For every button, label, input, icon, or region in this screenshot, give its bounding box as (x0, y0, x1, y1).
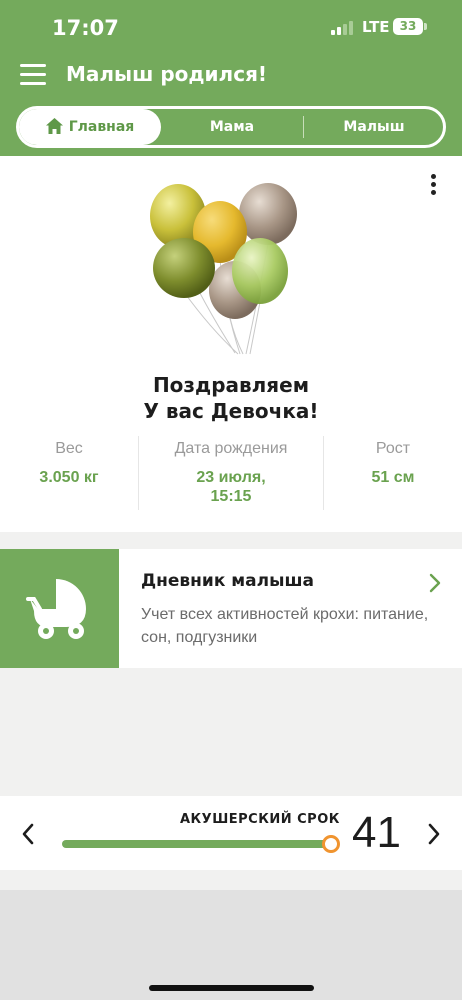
app-header: 17:07 LTE 33 Малыш родился! Главная Мама… (0, 0, 462, 156)
battery-icon: 33 (393, 18, 423, 35)
diary-icon-box (0, 549, 119, 668)
balloons-image (150, 183, 297, 355)
congrats-heading: Поздравляем У вас Девочка! (0, 372, 462, 424)
tab-bar: Главная Мама Малыш (16, 106, 446, 148)
status-time: 17:07 (52, 16, 119, 40)
network-type: LTE (362, 18, 390, 36)
term-weeks-value: 41 (352, 808, 401, 857)
term-progress-bar (62, 840, 332, 848)
height-label: Рост (375, 440, 411, 457)
term-slider-handle[interactable] (322, 835, 340, 853)
menu-button[interactable] (20, 64, 46, 86)
status-bar: 17:07 LTE 33 (0, 0, 462, 52)
baby-diary-card[interactable]: Дневник малыша Учет всех активностей кро… (0, 549, 462, 668)
congrats-line-1: Поздравляем (152, 373, 310, 397)
chevron-left-icon[interactable] (20, 822, 36, 846)
stat-height: Рост 51 см (344, 440, 442, 487)
congrats-line-2: У вас Девочка! (143, 399, 319, 423)
birth-date: 23 июля, (196, 469, 266, 486)
diary-title: Дневник малыша (141, 571, 315, 591)
term-label: АКУШЕРСКИЙ СРОК (180, 812, 340, 827)
tab-baby-label: Малыш (343, 119, 405, 135)
birth-label: Дата рождения (174, 440, 288, 457)
baby-stroller-icon (26, 579, 86, 639)
birth-time: 15:15 (210, 488, 252, 505)
tab-mama-label: Мама (209, 119, 255, 135)
tab-home-label: Главная (68, 119, 135, 135)
home-indicator[interactable] (149, 985, 314, 991)
tab-home[interactable]: Главная (19, 109, 161, 145)
stat-weight: Вес 3.050 кг (20, 440, 118, 487)
chevron-right-icon[interactable] (428, 573, 442, 593)
bottom-area (0, 890, 462, 1000)
stat-divider (138, 436, 139, 510)
page-title: Малыш родился! (66, 62, 268, 86)
weight-label: Вес (55, 440, 83, 457)
diary-description: Учет всех активностей крохи: питание, со… (141, 606, 429, 646)
tab-baby[interactable]: Малыш (304, 109, 444, 145)
more-options-icon[interactable] (424, 172, 442, 198)
stat-birth: Дата рождения 23 июля, 15:15 (140, 440, 322, 506)
battery-tip (424, 23, 427, 30)
stat-divider (323, 436, 324, 510)
signal-icon (331, 21, 357, 35)
chevron-right-icon[interactable] (426, 822, 442, 846)
home-icon (45, 118, 63, 134)
height-value: 51 см (371, 469, 415, 486)
weight-value: 3.050 кг (39, 469, 99, 486)
tab-mama[interactable]: Мама (161, 109, 303, 145)
